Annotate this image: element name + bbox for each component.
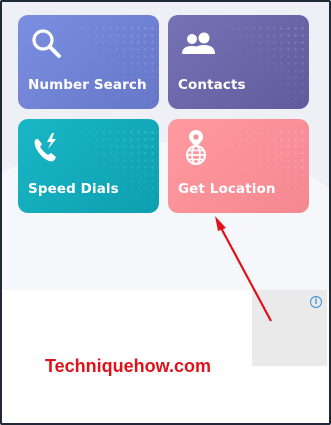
speed-dials-tile[interactable]: Speed Dials xyxy=(18,119,159,213)
phone-speed-icon xyxy=(34,133,56,162)
number-search-tile[interactable]: Number Search xyxy=(18,15,159,109)
tile-label: Contacts xyxy=(178,77,246,93)
location-globe-icon xyxy=(186,130,206,165)
get-location-tile[interactable]: Get Location xyxy=(168,119,309,213)
contacts-tile[interactable]: Contacts xyxy=(168,15,309,109)
tile-label: Number Search xyxy=(28,77,147,93)
search-icon xyxy=(32,29,61,58)
contacts-icon xyxy=(182,32,215,54)
watermark-text: Techniquehow.com xyxy=(45,356,212,376)
tile-label: Get Location xyxy=(178,181,276,197)
tile-label: Speed Dials xyxy=(28,181,119,197)
ad-info-icon[interactable]: i xyxy=(310,296,322,308)
